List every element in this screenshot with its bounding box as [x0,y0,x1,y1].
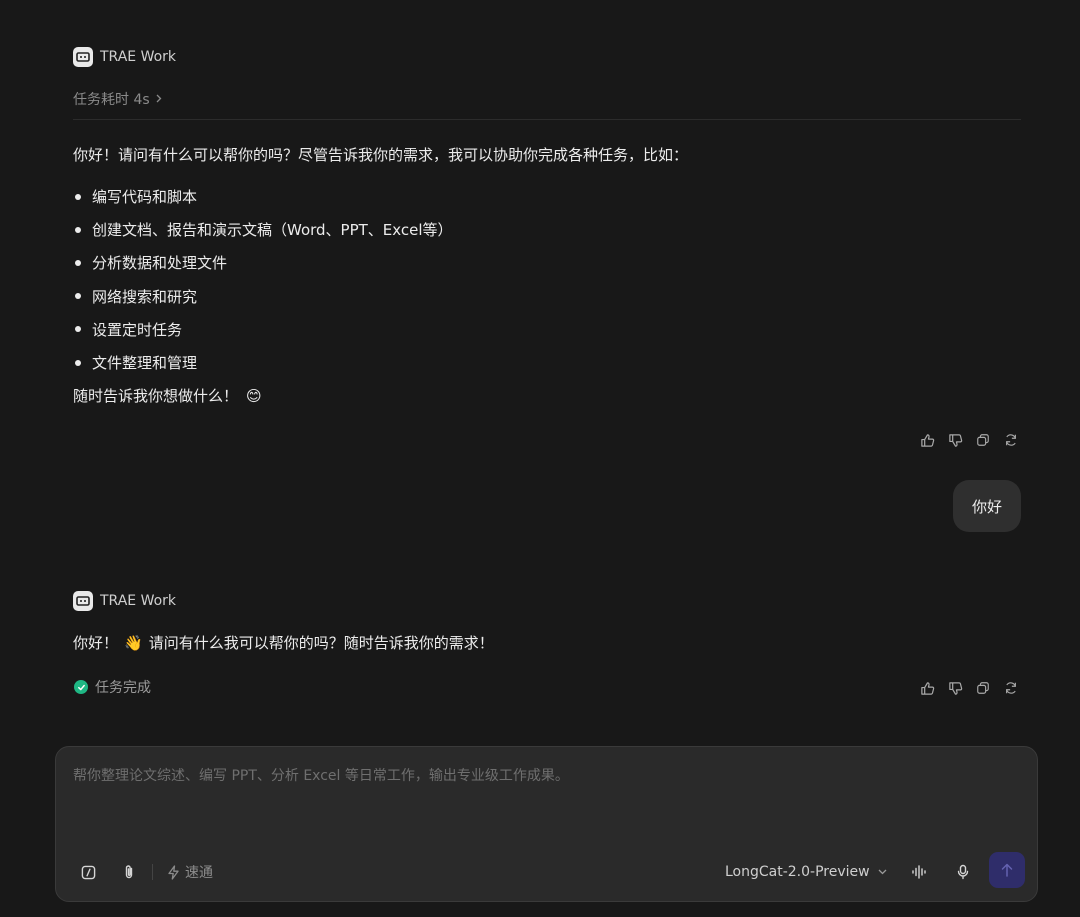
task-duration-label: 任务耗时 4s [73,92,150,108]
user-message-bubble: 你好 [953,480,1021,532]
trae-logo-icon [73,47,93,67]
model-select[interactable]: LongCat-2.0-Preview [725,859,887,885]
smile-emoji-icon: 😊 [246,387,262,405]
assistant-reply-text: 你好！ 👋 请问有什么我可以帮你的吗？随时告诉我你的需求！ [73,633,494,653]
voice-wave-icon[interactable] [906,859,932,885]
list-item: 分析数据和处理文件 [73,246,453,279]
assistant-header-2: TRAE Work [73,591,176,611]
thumbs-down-icon[interactable] [943,677,967,699]
lightning-icon [168,864,179,880]
microphone-icon[interactable] [950,859,976,885]
regenerate-icon[interactable] [999,429,1023,451]
assistant-intro-text: 你好！请问有什么可以帮你的吗？尽管告诉我你的需求，我可以协助你完成各种任务，比如… [73,146,689,164]
task-status-label: 任务完成 [95,680,151,696]
list-item: 网络搜索和研究 [73,280,453,313]
task-status: 任务完成 [74,677,151,697]
bullet-icon [75,293,81,300]
reply-text-before: 你好！ [73,634,119,652]
model-name: LongCat-2.0-Preview [725,864,870,880]
wave-emoji-icon: 👋 [124,634,143,652]
check-circle-icon [74,680,88,694]
list-item: 文件整理和管理 [73,346,453,379]
fast-mode-label: 速通 [185,865,213,881]
chevron-down-icon [878,869,887,875]
send-button[interactable] [989,852,1025,888]
list-item: 编写代码和脚本 [73,180,453,213]
bullet-icon [75,326,81,333]
assistant-name: TRAE Work [100,593,177,609]
header-divider [73,119,1021,120]
message-composer: 速通 LongCat-2.0-Preview [55,746,1038,902]
closing-text: 随时告诉我你想做什么！ [73,387,239,405]
list-item: 创建文档、报告和演示文稿（Word、PPT、Excel等） [73,213,453,246]
toolbar-divider [152,864,153,880]
assistant-closing: 随时告诉我你想做什么！ 😊 [73,386,262,406]
copy-icon[interactable] [971,677,995,699]
paperclip-icon[interactable] [116,859,142,885]
assistant-header-1: TRAE Work [73,47,176,67]
message-actions-2 [915,677,1023,699]
bullet-icon [75,193,81,200]
reply-text-after: 请问有什么我可以帮你的吗？随时告诉我你的需求！ [148,634,494,652]
assistant-name: TRAE Work [100,49,177,65]
user-message-text: 你好 [971,497,1002,516]
message-actions-1 [915,429,1023,451]
trae-logo-icon [73,591,93,611]
chat-page: TRAE Work 任务耗时 4s 你好！请问有什么可以帮你的吗？尽管告诉我你的… [0,0,1080,917]
copy-icon[interactable] [971,429,995,451]
fast-mode-button[interactable]: 速通 [167,859,213,885]
message-input[interactable] [73,765,1013,825]
regenerate-icon[interactable] [999,677,1023,699]
task-duration-toggle[interactable]: 任务耗时 4s [73,89,162,109]
bullet-icon [75,226,81,233]
slash-command-icon[interactable] [75,859,101,885]
thumbs-down-icon[interactable] [943,429,967,451]
list-item: 设置定时任务 [73,313,453,346]
bullet-icon [75,359,81,366]
bullet-icon [75,259,81,266]
thumbs-up-icon[interactable] [915,677,939,699]
arrow-up-icon [1001,863,1013,877]
capability-list: 编写代码和脚本 创建文档、报告和演示文稿（Word、PPT、Excel等） 分析… [73,180,453,379]
thumbs-up-icon[interactable] [915,429,939,451]
chevron-right-icon [156,91,162,107]
